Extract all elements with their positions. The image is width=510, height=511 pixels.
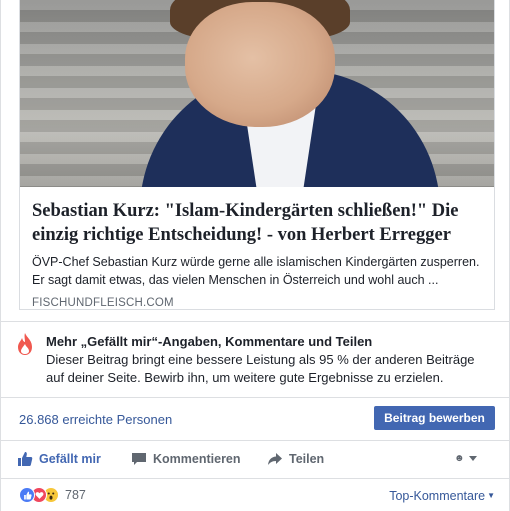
share-icon: [268, 453, 282, 465]
reactions-row: 787 Top-Kommentare ▼: [1, 480, 509, 511]
boost-post-button[interactable]: Beitrag bewerben: [374, 406, 495, 430]
like-label: Gefällt mir: [39, 452, 101, 466]
like-reaction-icon: [19, 487, 35, 503]
comment-label: Kommentieren: [153, 452, 241, 466]
chevron-down-icon: ▼: [487, 491, 495, 500]
post-as-selector[interactable]: ☻: [454, 453, 477, 464]
preview-title[interactable]: Sebastian Kurz: "Islam-Kindergärten schl…: [32, 199, 482, 247]
comment-sort-dropdown[interactable]: Top-Kommentare ▼: [389, 489, 495, 503]
link-preview[interactable]: Sebastian Kurz: "Islam-Kindergärten schl…: [19, 0, 495, 310]
divider: [1, 478, 509, 479]
share-label: Teilen: [289, 452, 325, 466]
insight-body: Dieser Beitrag bringt eine bessere Leist…: [46, 352, 475, 385]
reactions-summary[interactable]: 787: [19, 487, 86, 503]
reach-row: 26.868 erreichte Personen Beitrag bewerb…: [1, 398, 509, 440]
divider: [1, 440, 509, 441]
page-avatar-icon: ☻: [454, 453, 465, 464]
post-card: Sebastian Kurz: "Islam-Kindergärten schl…: [0, 0, 510, 511]
share-button[interactable]: Teilen: [267, 450, 324, 468]
comment-sort-label: Top-Kommentare: [389, 489, 486, 503]
performance-insight: Mehr „Gefällt mir“-Angaben, Kommentare u…: [1, 322, 509, 394]
preview-domain: FISCHUNDFLEISCH.COM: [32, 297, 174, 309]
reaction-count[interactable]: 787: [65, 488, 86, 502]
people-reached-link[interactable]: 26.868 erreichte Personen: [19, 412, 172, 427]
flame-icon: [18, 333, 32, 355]
insight-title: Mehr „Gefällt mir“-Angaben, Kommentare u…: [46, 334, 373, 349]
comment-button[interactable]: Kommentieren: [131, 450, 241, 468]
preview-description: ÖVP-Chef Sebastian Kurz würde gerne alle…: [32, 255, 480, 287]
chevron-down-icon: [468, 455, 477, 461]
thumbs-up-icon: [18, 452, 33, 466]
comment-icon: [132, 453, 146, 465]
preview-image[interactable]: [20, 0, 494, 187]
post-actions: Gefällt mir Kommentieren Teilen ☻: [1, 442, 509, 476]
like-button[interactable]: Gefällt mir: [17, 450, 101, 468]
